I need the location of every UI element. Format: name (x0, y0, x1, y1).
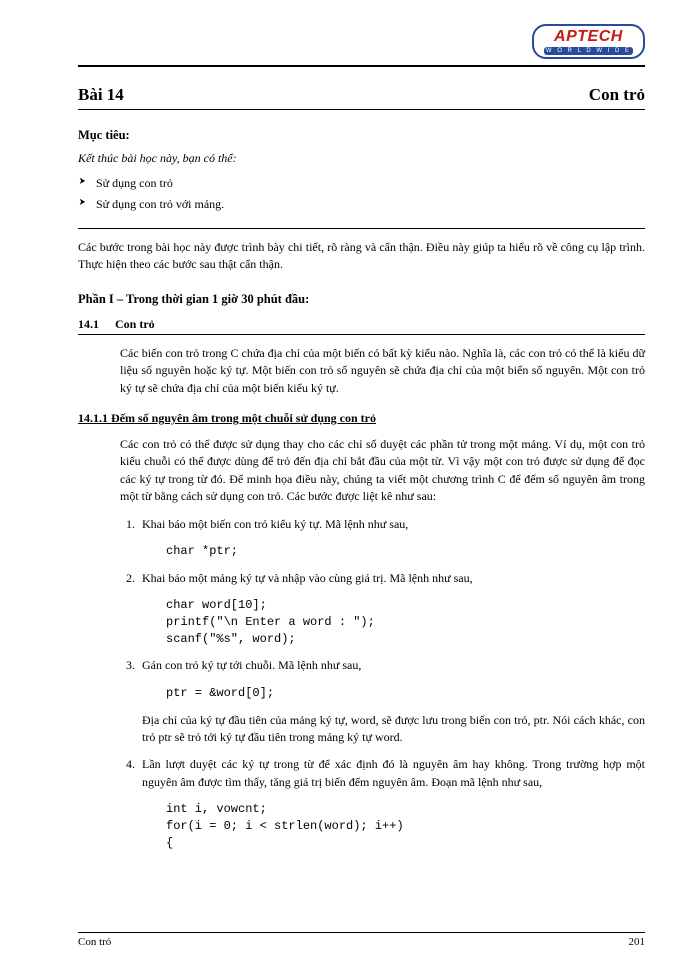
objectives-lead: Kết thúc bài học này, bạn có thể: (78, 151, 645, 166)
section-title: Con trỏ (115, 317, 155, 332)
lesson-header: Bài 14 Con trỏ (78, 85, 645, 105)
top-rule (78, 65, 645, 67)
section-14-1-header: 14.1 Con trỏ (78, 317, 645, 332)
code-block: char *ptr; (166, 543, 645, 560)
aptech-logo: APTECH W O R L D W I D E (532, 24, 645, 59)
section-14-1-1-heading: 14.1.1 Đếm số nguyên âm trong một chuỗi … (78, 411, 645, 426)
logo-area: APTECH W O R L D W I D E (78, 24, 645, 59)
objective-item: Sử dụng con trỏ với mảng. (78, 197, 645, 212)
step-text: Khai báo một mảng ký tự và nhập vào cùng… (142, 571, 473, 585)
footer-left: Con trỏ (78, 936, 111, 948)
footer-right: 201 (629, 936, 646, 948)
objectives-rule (78, 228, 645, 229)
section-rule (78, 334, 645, 335)
step-1: Khai báo một biến con trỏ kiểu ký tự. Mã… (138, 516, 645, 560)
step-text: Lần lượt duyệt các ký tự trong từ để xác… (142, 757, 645, 788)
section-14-1-1-paragraph: Các con trỏ có thể được sử dụng thay cho… (120, 436, 645, 506)
logo-text-bottom: W O R L D W I D E (544, 47, 633, 55)
footer-row: Con trỏ 201 (78, 936, 645, 948)
page-footer: Con trỏ 201 (78, 932, 645, 948)
part-heading: Phần I – Trong thời gian 1 giờ 30 phút đ… (78, 292, 645, 307)
logo-text-top: APTECH (554, 28, 623, 45)
code-block: char word[10]; printf("\n Enter a word :… (166, 597, 645, 647)
code-block: ptr = &word[0]; (166, 685, 645, 702)
objective-item: Sử dụng con trỏ (78, 176, 645, 191)
lesson-number: Bài 14 (78, 85, 124, 105)
section-number: 14.1 (78, 317, 99, 332)
lesson-title: Con trỏ (589, 85, 645, 105)
objectives-list: Sử dụng con trỏ Sử dụng con trỏ với mảng… (78, 176, 645, 212)
intro-paragraph: Các bước trong bài học này được trình bà… (78, 239, 645, 274)
footer-rule (78, 932, 645, 933)
code-block: int i, vowcnt; for(i = 0; i < strlen(wor… (166, 801, 645, 851)
step-text: Khai báo một biến con trỏ kiểu ký tự. Mã… (142, 517, 408, 531)
steps-list: Khai báo một biến con trỏ kiểu ký tự. Mã… (120, 516, 645, 852)
step-2: Khai báo một mảng ký tự và nhập vào cùng… (138, 570, 645, 648)
step-text: Gán con trỏ ký tự tới chuỗi. Mã lệnh như… (142, 658, 361, 672)
lesson-rule (78, 109, 645, 110)
step-3-explain: Địa chỉ của ký tự đầu tiên của mảng ký t… (142, 712, 645, 747)
objectives-heading: Mục tiêu: (78, 128, 645, 143)
step-3: Gán con trỏ ký tự tới chuỗi. Mã lệnh như… (138, 657, 645, 746)
page: APTECH W O R L D W I D E Bài 14 Con trỏ … (0, 0, 700, 960)
section-14-1-paragraph: Các biến con trỏ trong C chứa địa chỉ củ… (120, 345, 645, 397)
step-4: Lần lượt duyệt các ký tự trong từ để xác… (138, 756, 645, 851)
